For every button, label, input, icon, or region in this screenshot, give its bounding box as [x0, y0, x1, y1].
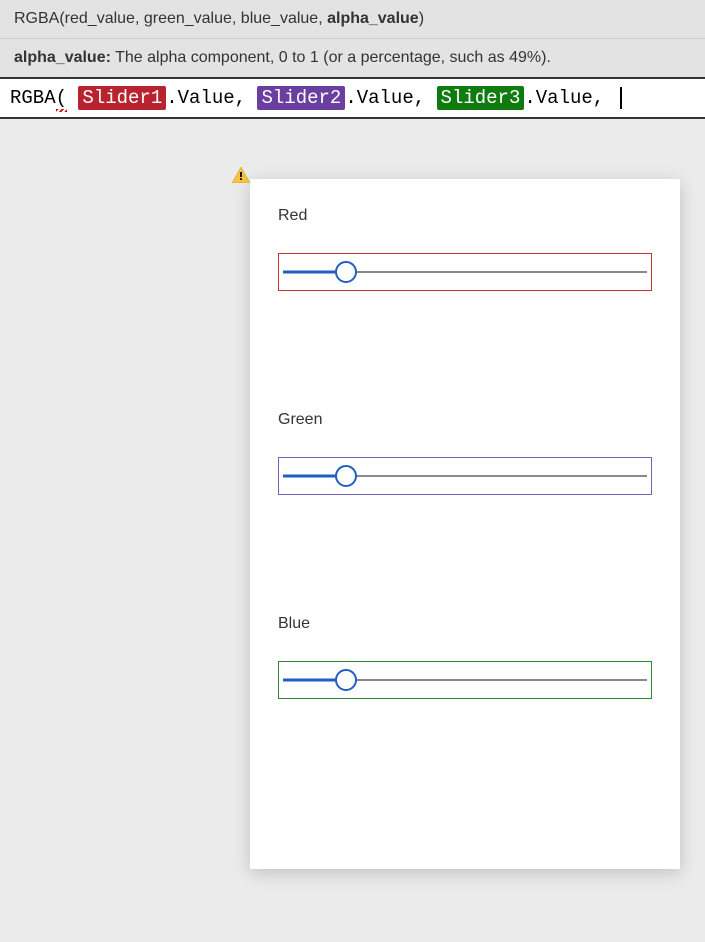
slider-label-blue: Blue	[278, 615, 652, 633]
comma-2: ,	[414, 87, 437, 109]
signature-args-prefix: (red_value, green_value, blue_value,	[59, 10, 327, 27]
slider-blue[interactable]	[278, 661, 652, 699]
slider-red[interactable]	[278, 253, 652, 291]
slider-label-green: Green	[278, 411, 652, 429]
token-slider3: Slider3	[437, 86, 525, 110]
formula-fn: RGBA	[10, 87, 56, 109]
value-prop-3: .Value	[524, 87, 592, 109]
param-name: alpha_value:	[14, 49, 111, 66]
value-prop-2: .Value	[345, 87, 413, 109]
slider-label-red: Red	[278, 207, 652, 225]
token-slider2: Slider2	[257, 86, 345, 110]
design-canvas[interactable]: Red Green Blue	[0, 119, 705, 901]
preview-card[interactable]: Red Green Blue	[250, 179, 680, 869]
slider-thumb[interactable]	[335, 261, 357, 283]
slider-thumb[interactable]	[335, 465, 357, 487]
open-paren-error: (	[56, 87, 67, 109]
slider-group-green: Green	[278, 411, 652, 495]
intellisense-param-desc: alpha_value: The alpha component, 0 to 1…	[0, 39, 705, 79]
signature-arg-active: alpha_value	[327, 10, 419, 27]
intellisense-signature: RGBA(red_value, green_value, blue_value,…	[0, 0, 705, 39]
signature-fn: RGBA	[14, 10, 59, 27]
slider-thumb[interactable]	[335, 669, 357, 691]
slider-green[interactable]	[278, 457, 652, 495]
value-prop-1: .Value	[166, 87, 234, 109]
slider-group-blue: Blue	[278, 615, 652, 699]
warning-icon	[232, 167, 250, 183]
formula-bar[interactable]: RGBA( Slider1.Value, Slider2.Value, Slid…	[0, 79, 705, 119]
param-desc: The alpha component, 0 to 1 (or a percen…	[111, 49, 551, 66]
signature-args-suffix: )	[419, 10, 424, 27]
comma-1: ,	[235, 87, 258, 109]
text-cursor	[620, 87, 622, 109]
slider-group-red: Red	[278, 207, 652, 291]
token-slider1: Slider1	[78, 86, 166, 110]
comma-3: ,	[593, 87, 616, 109]
